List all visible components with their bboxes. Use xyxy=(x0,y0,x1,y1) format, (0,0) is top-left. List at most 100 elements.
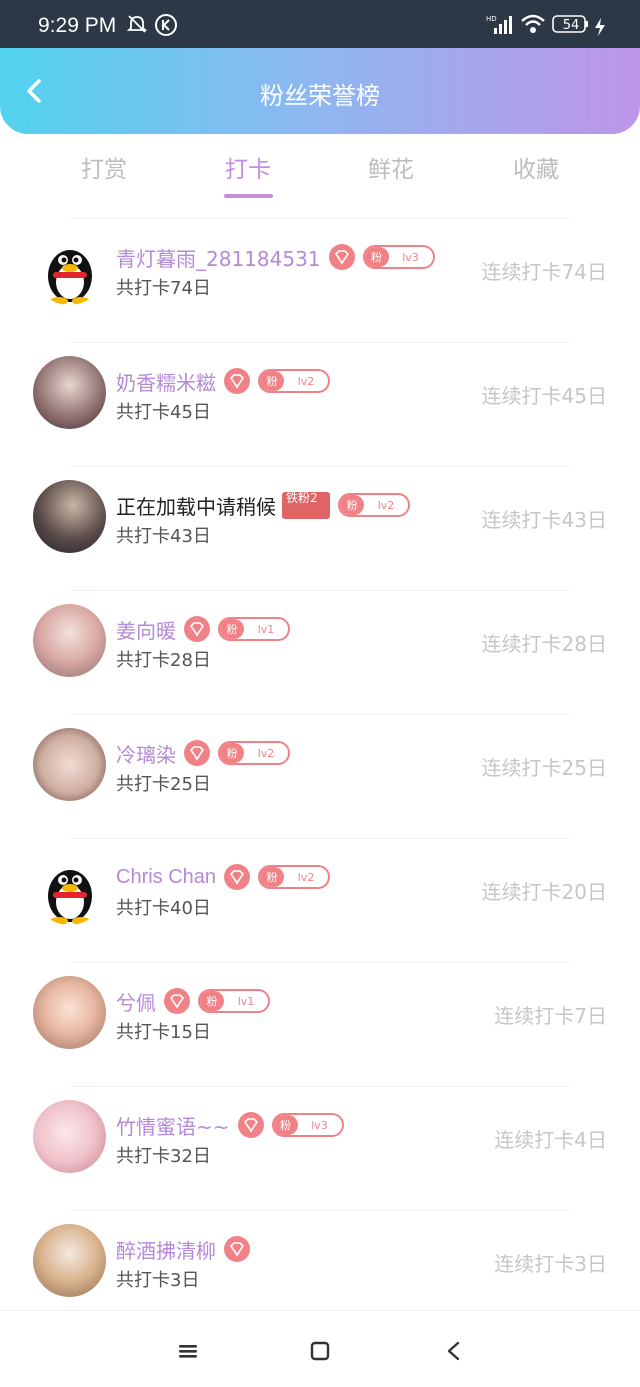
divider xyxy=(70,218,570,219)
divider xyxy=(70,1210,570,1211)
tab-bar: 打赏 打卡 鲜花 收藏 xyxy=(0,140,640,204)
svg-text:HD: HD xyxy=(486,15,497,23)
list-item[interactable]: 兮佩 粉 lv1 共打卡15日 连续打卡7日 xyxy=(0,962,640,1086)
page-title: 粉丝荣誉榜 xyxy=(260,82,380,110)
signal-icon: HD xyxy=(486,15,512,34)
avatar xyxy=(33,852,106,925)
diamond-icon xyxy=(328,244,355,270)
list-item[interactable]: Chris Chan 粉 lv2 共打卡40日 连续打卡20日 xyxy=(0,838,640,962)
menu-icon[interactable] xyxy=(174,1337,202,1365)
list-item[interactable]: 冷璃染 粉 lv2 共打卡25日 连续打卡25日 xyxy=(0,714,640,838)
divider xyxy=(70,590,570,591)
mute-bell-icon xyxy=(126,15,148,33)
avatar xyxy=(33,1224,106,1297)
fan-level-badge: 粉 lv1 xyxy=(218,617,290,641)
fan-badge-label: 粉 xyxy=(200,991,224,1011)
avatar xyxy=(33,728,106,801)
header-bar: 粉丝荣誉榜 xyxy=(0,48,640,134)
user-name: Chris Chan xyxy=(116,865,217,888)
diamond-icon xyxy=(164,988,190,1014)
diamond-icon xyxy=(224,1236,250,1262)
avatar xyxy=(33,356,106,429)
user-name: 兮佩 xyxy=(116,990,156,1015)
fan-badge-label: 粉 xyxy=(220,743,244,763)
avatar xyxy=(33,604,106,677)
total-checkin: 共打卡45日 xyxy=(116,402,211,423)
list-item[interactable]: 正在加载中请稍候 铁粉2 粉 lv2 共打卡43日 连续打卡43日 xyxy=(0,466,640,590)
fan-level-badge: 粉 lv2 xyxy=(258,865,331,889)
divider xyxy=(70,714,570,715)
fan-level: lv2 xyxy=(297,870,315,884)
avatar xyxy=(33,232,106,305)
diamond-icon xyxy=(224,368,250,394)
back-triangle-icon[interactable] xyxy=(440,1337,468,1365)
user-name: 醉酒拂清柳 xyxy=(116,1238,216,1263)
battery-level: 54 xyxy=(562,18,580,33)
total-checkin: 共打卡43日 xyxy=(116,526,211,547)
system-nav-bar xyxy=(0,1310,640,1387)
fan-level-badge: 粉 lv3 xyxy=(271,1113,344,1137)
streak-checkin: 连续打卡45日 xyxy=(481,384,607,408)
fan-level: lv3 xyxy=(311,1118,328,1132)
avatar xyxy=(33,976,106,1049)
avatar xyxy=(33,1100,106,1173)
user-name: 青灯暮雨_281184531 xyxy=(116,246,321,271)
status-time: 9:29 PM xyxy=(38,14,117,37)
total-checkin: 共打卡40日 xyxy=(116,898,211,919)
divider xyxy=(70,838,570,839)
status-bar: 9:29 PM HD 54 xyxy=(0,0,640,48)
streak-checkin: 连续打卡74日 xyxy=(481,260,607,284)
tab-active-indicator xyxy=(224,194,273,198)
divider xyxy=(70,342,570,343)
fan-level: lv2 xyxy=(377,498,395,512)
qq-penguin-icon xyxy=(48,870,92,925)
wifi-icon xyxy=(521,14,545,33)
total-checkin: 共打卡28日 xyxy=(116,650,211,671)
iron-fan-badge: 铁粉2 xyxy=(282,491,330,519)
list-item[interactable]: 竹情蜜语~~ 粉 lv3 共打卡32日 连续打卡4日 xyxy=(0,1086,640,1210)
divider xyxy=(70,466,570,467)
total-checkin: 共打卡32日 xyxy=(116,1146,211,1167)
list-item[interactable]: 姜向暖 粉 lv1 共打卡28日 连续打卡28日 xyxy=(0,590,640,714)
tab-reward[interactable]: 打赏 xyxy=(44,150,164,184)
avatar xyxy=(33,480,106,553)
fan-level: lv1 xyxy=(237,994,255,1008)
tab-favorite[interactable]: 收藏 xyxy=(476,150,596,184)
fan-level-badge: 粉 lv2 xyxy=(338,493,410,517)
diamond-icon xyxy=(184,740,210,766)
fan-badge-label: 粉 xyxy=(220,619,244,639)
list-item[interactable]: 奶香糯米糍 粉 lv2 共打卡45日 连续打卡45日 xyxy=(0,342,640,466)
tab-flower[interactable]: 鲜花 xyxy=(331,150,451,184)
streak-checkin: 连续打卡7日 xyxy=(494,1004,607,1028)
streak-checkin: 连续打卡25日 xyxy=(481,756,607,780)
user-name: 冷璃染 xyxy=(116,742,176,767)
streak-checkin: 连续打卡4日 xyxy=(494,1128,607,1152)
user-name: 正在加载中请稍候 xyxy=(116,494,276,519)
fan-badge-label: 粉 xyxy=(260,371,284,391)
user-name: 竹情蜜语~~ xyxy=(116,1114,230,1139)
fan-level: lv1 xyxy=(257,622,275,636)
fan-badge-label: 粉 xyxy=(364,247,389,267)
fan-level-badge: 粉 lv3 xyxy=(362,245,435,269)
user-name: 姜向暖 xyxy=(116,618,176,643)
fan-level: lv2 xyxy=(297,374,315,388)
streak-checkin: 连续打卡43日 xyxy=(481,508,607,532)
fan-badge-label: 粉 xyxy=(340,495,364,515)
charging-icon xyxy=(595,18,605,36)
divider xyxy=(70,1086,570,1087)
qq-penguin-icon xyxy=(48,250,92,305)
streak-checkin: 连续打卡20日 xyxy=(481,880,607,904)
total-checkin: 共打卡25日 xyxy=(116,774,211,795)
list-item[interactable]: 青灯暮雨_281184531 粉 lv3 共打卡74日 连续打卡74日 xyxy=(0,218,640,342)
k-circle-icon xyxy=(155,14,177,36)
fan-badge-label: 粉 xyxy=(273,1115,298,1135)
fan-level: lv3 xyxy=(402,250,419,264)
home-square-icon[interactable] xyxy=(306,1337,334,1365)
tab-checkin[interactable]: 打卡 xyxy=(188,150,308,184)
streak-checkin: 连续打卡3日 xyxy=(494,1252,607,1276)
diamond-icon xyxy=(237,1112,264,1138)
streak-checkin: 连续打卡28日 xyxy=(481,632,607,656)
fan-level-badge: 粉 lv2 xyxy=(218,741,290,765)
diamond-icon xyxy=(224,864,251,890)
user-name: 奶香糯米糍 xyxy=(116,370,216,395)
